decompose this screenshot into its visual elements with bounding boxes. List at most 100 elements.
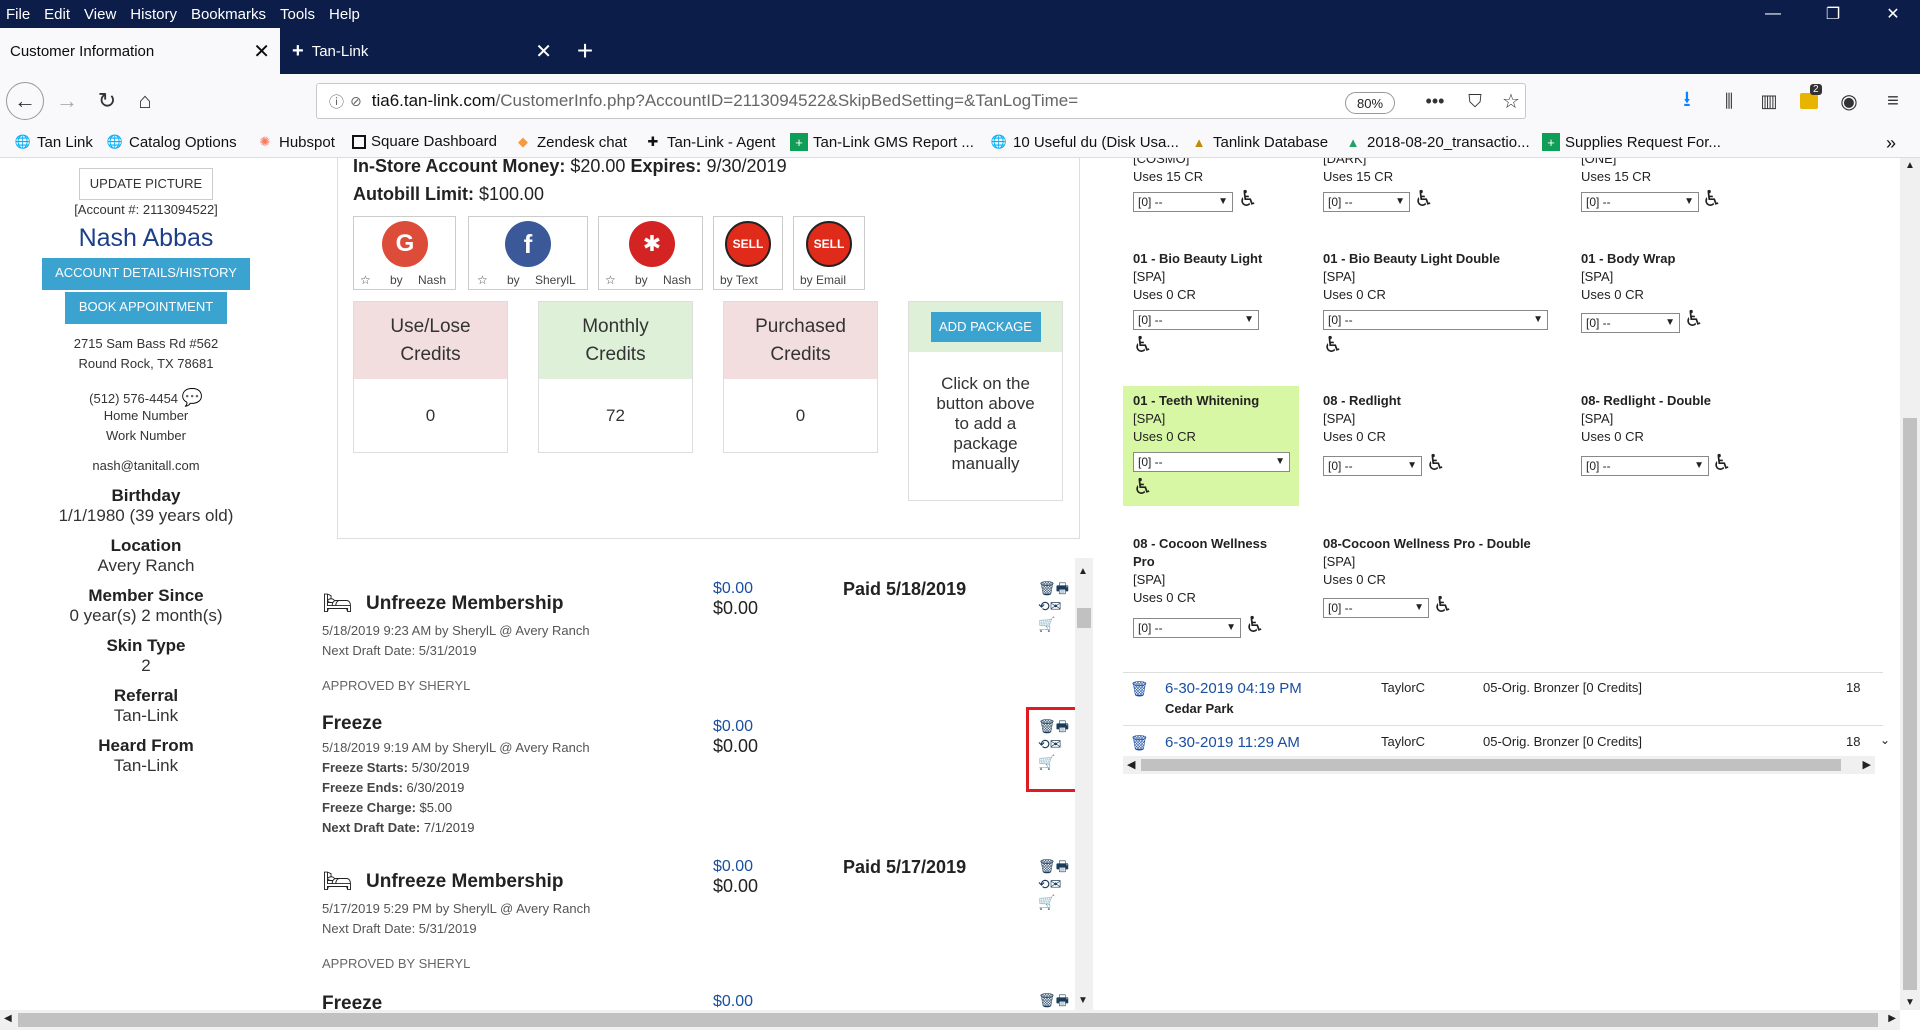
person-seat-icon[interactable]: ♿ [1133,332,1163,362]
service-select[interactable]: [0] -- ▼ [1323,192,1410,212]
page-actions-button[interactable]: ••• [1418,84,1452,118]
menu-tools[interactable]: Tools [280,6,315,23]
person-seat-icon[interactable]: ♿ [1702,186,1732,216]
add-package-button[interactable]: ADD PACKAGE [930,312,1041,342]
service-select[interactable]: [0] -- ▼ [1581,313,1680,333]
person-seat-icon[interactable]: ♿ [1245,612,1275,642]
bookmark-star-button[interactable]: ☆ [1494,84,1528,118]
minimize-icon[interactable]: — [1750,0,1796,28]
menu-bookmarks[interactable]: Bookmarks [191,6,266,23]
book-appointment-button[interactable]: BOOK APPOINTMENT [65,292,227,324]
service-select[interactable]: [0] -- ▼ [1133,310,1259,330]
library-button[interactable]: ⫼ [1712,84,1746,118]
bookmarks-overflow-button[interactable]: » [1886,133,1896,154]
close-tab-icon[interactable]: ✕ [253,39,270,64]
bookmark-useful-du[interactable]: 🌐 10 Useful du (Disk Usa... [990,133,1179,151]
cart-icon[interactable]: 🛒 [1038,894,1055,910]
tab-customer-information[interactable]: Customer Information ✕ [0,28,280,74]
chevron-right-icon[interactable]: ▶ [1888,1013,1896,1024]
chat-icon[interactable]: 💬 [182,388,203,407]
tanlog-trash-icon[interactable]: 🗑 [1130,734,1149,752]
chevron-up-icon[interactable]: ▲ [1078,566,1088,577]
update-picture-button[interactable]: UPDATE PICTURE [79,168,213,200]
chevron-left-icon[interactable]: ◀ [1127,758,1135,771]
bookmark-hubspot[interactable]: ✺ Hubspot [256,133,335,151]
downloads-button[interactable]: ⭳ [1670,84,1704,118]
person-seat-icon[interactable]: ♿ [1712,450,1742,480]
service-select[interactable]: [0] -- ▼ [1323,598,1429,618]
tanlog-date[interactable]: 6-30-2019 04:19 PM [1165,680,1302,697]
tanlog-trash-icon[interactable]: 🗑 [1130,680,1149,698]
new-tab-button[interactable]: + [570,28,600,74]
menu-help[interactable]: Help [329,6,360,23]
menu-history[interactable]: History [130,6,177,23]
person-seat-icon[interactable]: ♿ [1414,186,1444,216]
sidebar-button[interactable]: ▥ [1752,84,1786,118]
facebook-review-button[interactable]: f ☆ by SherylL [468,216,588,290]
email-icon[interactable]: ✉ [1050,876,1062,892]
chevron-up-icon[interactable]: ▲ [1905,160,1915,171]
transactions-scrollbar[interactable]: ▲ ▼ [1075,558,1093,1010]
scroll-thumb[interactable] [18,1013,1878,1027]
person-seat-icon[interactable]: ♿ [1238,186,1268,216]
page-hscroll[interactable]: ◀ ▶ [0,1010,1900,1030]
bookmark-catalog-options[interactable]: 🌐 Catalog Options [106,133,237,151]
scroll-thumb[interactable] [1903,418,1917,990]
chevron-right-icon[interactable]: ▶ [1863,758,1871,771]
chevron-down-icon[interactable]: ▼ [1905,997,1915,1008]
cart-icon[interactable]: 🛒 [1038,616,1055,632]
service-select[interactable]: [0] -- ▼ [1133,192,1233,212]
scroll-thumb[interactable] [1077,608,1091,628]
scroll-thumb[interactable] [1141,759,1841,771]
tanlog-hscroll[interactable]: ◀ ▶ [1123,756,1875,774]
forward-button[interactable]: → [50,84,84,118]
reload-button[interactable]: ↻ [90,84,124,118]
back-button[interactable]: ← [6,82,44,120]
bookmark-square-dashboard[interactable]: Square Dashboard [352,133,497,150]
trash-icon[interactable]: 🗑 [1038,992,1056,1008]
pocket-button[interactable]: ⛉ [1458,84,1492,118]
trash-icon[interactable]: 🗑 [1038,580,1056,596]
person-seat-icon[interactable]: ♿ [1426,450,1456,480]
person-seat-icon[interactable]: ♿ [1684,306,1714,336]
google-review-button[interactable]: G ☆ by Nash [353,216,456,290]
chevron-down-icon[interactable]: ▼ [1078,995,1088,1006]
print-icon[interactable]: 🖶 [1056,858,1069,874]
tab-tan-link[interactable]: + Tan-Link ✕ [282,28,562,74]
bookmark-tan-link[interactable]: 🌐 Tan Link [14,133,93,151]
menu-view[interactable]: View [84,6,116,23]
account-button[interactable]: ◉ [1832,84,1866,118]
trash-icon[interactable]: 🗑 [1038,858,1056,874]
menu-button[interactable]: ≡ [1876,84,1910,118]
close-tab-icon[interactable]: ✕ [535,39,552,64]
service-select[interactable]: [0] -- ▼ [1133,452,1290,472]
bookmark-transactions[interactable]: ▲ 2018-08-20_transactio... [1344,133,1530,151]
print-icon[interactable]: 🖶 [1056,992,1069,1008]
page-vscroll[interactable]: ▲ ▼ [1900,158,1920,1010]
zoom-indicator[interactable]: 80% [1345,92,1395,114]
restore-icon[interactable]: ❐ [1810,0,1856,28]
home-button[interactable]: ⌂ [128,84,162,118]
account-details-button[interactable]: ACCOUNT DETAILS/HISTORY [42,258,250,290]
person-seat-icon[interactable]: ♿ [1133,474,1163,504]
bookmark-tan-link-agent[interactable]: ✚ Tan-Link - Agent [644,133,776,151]
yelp-review-button[interactable]: ✱ ☆ by Nash [598,216,703,290]
bookmark-zendesk-chat[interactable]: ◆ Zendesk chat [514,133,627,151]
email-icon[interactable]: ✉ [1050,598,1062,614]
chevron-down-icon[interactable]: ⌄ [1880,733,1890,747]
menu-edit[interactable]: Edit [44,6,70,23]
repeat-icon[interactable]: ⟲ [1038,598,1050,614]
service-select[interactable]: [0] -- ▼ [1581,192,1699,212]
person-seat-icon[interactable]: ♿ [1323,332,1353,362]
sell-by-text-button[interactable]: SELL by Text [713,216,783,290]
close-window-icon[interactable]: ✕ [1870,0,1916,28]
repeat-icon[interactable]: ⟲ [1038,876,1050,892]
tanlog-date[interactable]: 6-30-2019 11:29 AM [1165,734,1300,751]
extension-button[interactable]: 2 [1792,84,1826,118]
service-select[interactable]: [0] -- ▼ [1323,310,1548,330]
sell-by-email-button[interactable]: SELL by Email [793,216,865,290]
menu-file[interactable]: File [6,6,30,23]
bookmark-tanlink-database[interactable]: ▲ Tanlink Database [1190,133,1329,151]
bookmark-supplies-request[interactable]: + Supplies Request For... [1542,133,1721,151]
service-select[interactable]: [0] -- ▼ [1581,456,1709,476]
